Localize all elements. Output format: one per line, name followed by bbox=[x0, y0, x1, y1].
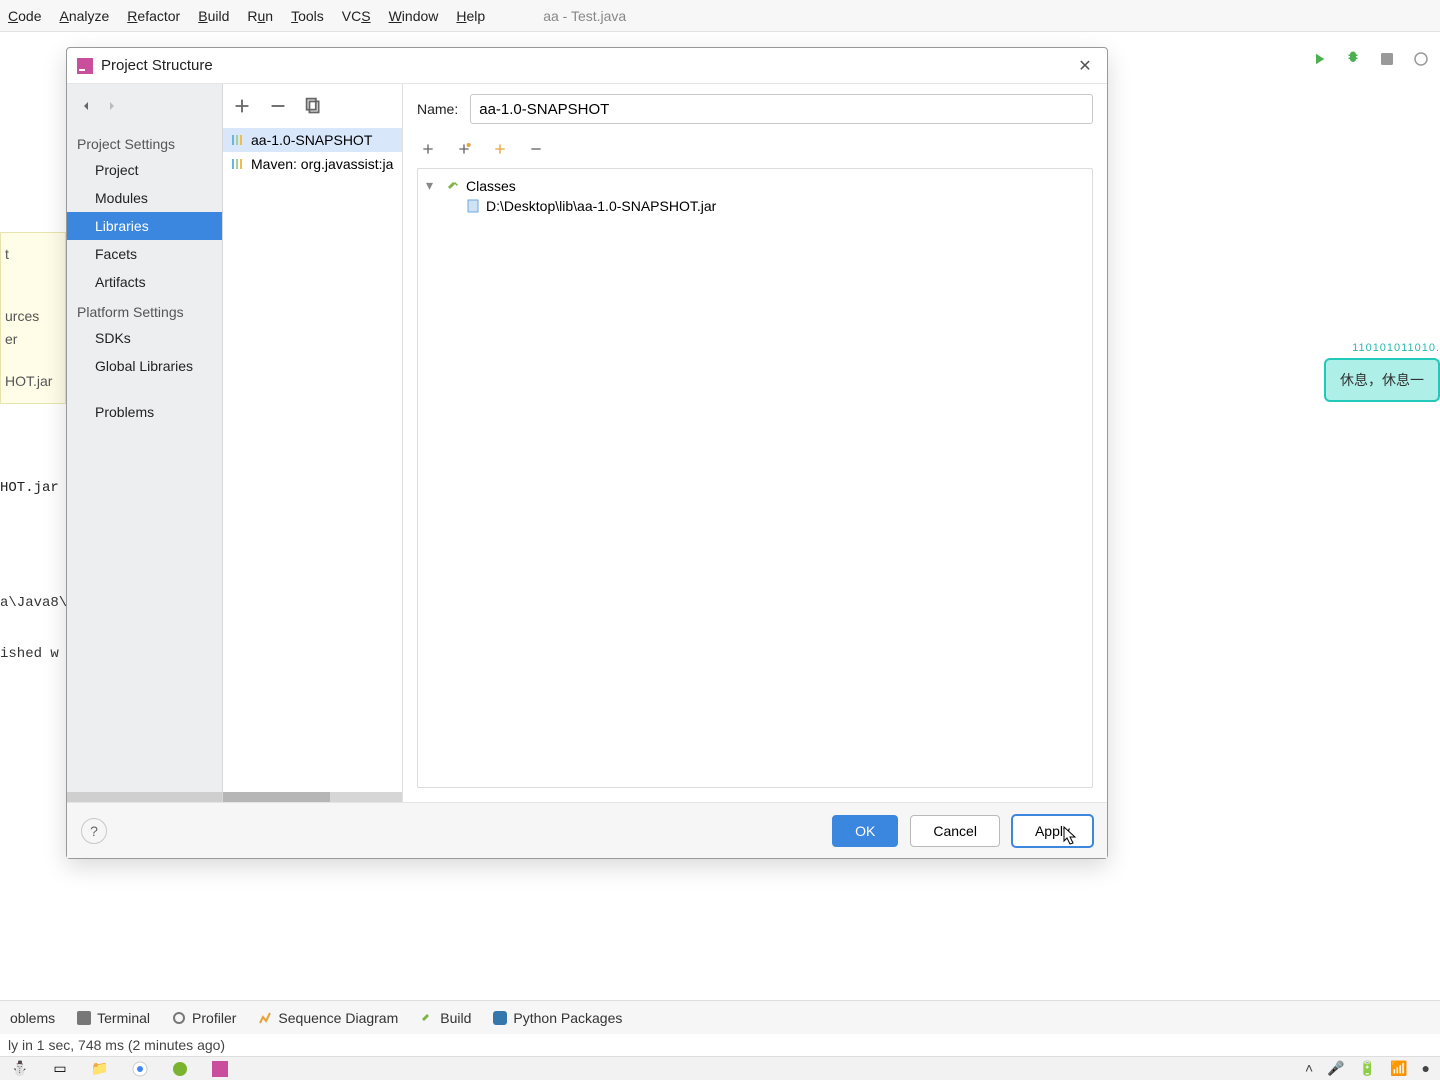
tree-jar-entry[interactable]: D:\Desktop\lib\aa-1.0-SNAPSHOT.jar bbox=[418, 196, 1092, 216]
add-library-button[interactable] bbox=[231, 95, 253, 117]
tool-problems[interactable]: oblems bbox=[10, 1010, 55, 1026]
menu-window[interactable]: Window bbox=[389, 8, 439, 24]
nav-libraries[interactable]: Libraries bbox=[67, 212, 222, 240]
hint-bits: 110101011010. bbox=[1352, 342, 1440, 354]
bg-code-2: ished w bbox=[0, 646, 59, 662]
menu-vcs[interactable]: VCS bbox=[342, 8, 371, 24]
taskbar-taskview-icon[interactable]: ▭ bbox=[40, 1057, 80, 1081]
apply-button[interactable]: Apply bbox=[1012, 815, 1093, 847]
lib-horizontal-scrollbar[interactable] bbox=[223, 792, 402, 802]
nav-column: Project Settings Project Modules Librari… bbox=[67, 84, 223, 802]
add-folder-button[interactable] bbox=[453, 138, 475, 160]
nav-artifacts[interactable]: Artifacts bbox=[67, 268, 222, 296]
taskbar-weather-icon[interactable]: ⛄ bbox=[0, 1057, 40, 1081]
cancel-button[interactable]: Cancel bbox=[910, 815, 1000, 847]
jar-file-icon bbox=[466, 199, 480, 213]
menu-help[interactable]: Help bbox=[456, 8, 485, 24]
library-row-label: Maven: org.javassist:ja bbox=[251, 156, 393, 172]
nav-sdks[interactable]: SDKs bbox=[67, 324, 222, 352]
run-toolbar bbox=[1310, 50, 1430, 71]
tool-sequence-diagram[interactable]: Sequence Diagram bbox=[258, 1010, 398, 1026]
dialog-title: Project Structure bbox=[101, 57, 1073, 74]
section-project-settings: Project Settings bbox=[67, 128, 222, 156]
profiler-icon[interactable] bbox=[1412, 50, 1430, 71]
tree-classes-node[interactable]: ▾ Classes bbox=[418, 175, 1092, 196]
library-row-label: aa-1.0-SNAPSHOT bbox=[251, 132, 372, 148]
project-structure-dialog: Project Structure ✕ Project Settings Pro… bbox=[66, 47, 1108, 859]
intellij-icon bbox=[77, 58, 93, 74]
taskbar-wechat-icon[interactable] bbox=[160, 1057, 200, 1081]
menubar: Code Analyze Refactor Build Run Tools VC… bbox=[0, 0, 1440, 32]
dialog-footer: ? OK Cancel Apply bbox=[67, 802, 1107, 858]
tool-profiler[interactable]: Profiler bbox=[172, 1010, 236, 1026]
nav-project[interactable]: Project bbox=[67, 156, 222, 184]
tool-terminal[interactable]: Terminal bbox=[77, 1010, 150, 1026]
nav-facets[interactable]: Facets bbox=[67, 240, 222, 268]
debug-bug-icon[interactable] bbox=[1344, 50, 1362, 71]
tray-mic-icon[interactable]: 🎤 bbox=[1327, 1060, 1344, 1077]
status-bar: ly in 1 sec, 748 ms (2 minutes ago) bbox=[0, 1034, 1440, 1056]
bg-code-1: a\Java8\ bbox=[0, 595, 67, 611]
menu-tools[interactable]: Tools bbox=[291, 8, 324, 24]
tray-battery-icon[interactable]: 🔋 bbox=[1359, 1060, 1376, 1077]
remove-root-button[interactable] bbox=[525, 138, 547, 160]
tree-jar-path: D:\Desktop\lib\aa-1.0-SNAPSHOT.jar bbox=[486, 198, 716, 214]
coverage-icon[interactable] bbox=[1378, 50, 1396, 71]
tree-classes-label: Classes bbox=[466, 178, 516, 194]
nav-global-libraries[interactable]: Global Libraries bbox=[67, 352, 222, 380]
copy-library-button[interactable] bbox=[303, 95, 325, 117]
nav-problems[interactable]: Problems bbox=[67, 398, 222, 426]
name-label: Name: bbox=[417, 101, 458, 117]
os-taskbar: ⛄ ▭ 📁 ˄ 🎤 🔋 📶 ● bbox=[0, 1056, 1440, 1080]
menu-build[interactable]: Build bbox=[198, 8, 229, 24]
library-roots-tree[interactable]: ▾ Classes D:\Desktop\lib\aa-1.0-SNAPSHOT… bbox=[417, 168, 1093, 788]
run-play-icon[interactable] bbox=[1310, 50, 1328, 71]
taskbar-intellij-icon[interactable] bbox=[200, 1057, 240, 1081]
remove-library-button[interactable] bbox=[267, 95, 289, 117]
add-root-button[interactable] bbox=[417, 138, 439, 160]
tray-expand-icon[interactable]: ˄ bbox=[1305, 1060, 1313, 1077]
library-detail-column: Name: ▾ Classes D:\Desktop\lib\aa-1.0-SN… bbox=[403, 84, 1107, 802]
nav-scrollbar[interactable] bbox=[67, 792, 222, 802]
tool-build[interactable]: Build bbox=[420, 1010, 471, 1026]
menu-code[interactable]: Code bbox=[8, 8, 41, 24]
tray-wifi-icon[interactable]: 📶 bbox=[1390, 1060, 1407, 1077]
dialog-titlebar[interactable]: Project Structure ✕ bbox=[67, 48, 1107, 84]
help-button[interactable]: ? bbox=[81, 818, 107, 844]
library-list-column: aa-1.0-SNAPSHOT Maven: org.javassist:ja bbox=[223, 84, 403, 802]
rest-reminder-bubble[interactable]: 休息，休息一 bbox=[1324, 358, 1440, 402]
menu-refactor[interactable]: Refactor bbox=[127, 8, 180, 24]
classes-icon bbox=[446, 179, 460, 193]
tool-python-packages[interactable]: Python Packages bbox=[493, 1010, 622, 1026]
library-list[interactable]: aa-1.0-SNAPSHOT Maven: org.javassist:ja bbox=[223, 128, 402, 792]
editor-tab-title: aa - Test.java bbox=[543, 8, 626, 24]
library-row-javassist[interactable]: Maven: org.javassist:ja bbox=[223, 152, 402, 176]
library-icon bbox=[231, 157, 245, 171]
library-icon bbox=[231, 133, 245, 147]
taskbar-chrome-icon[interactable] bbox=[120, 1057, 160, 1081]
nav-forward-button[interactable] bbox=[99, 93, 125, 119]
library-name-input[interactable] bbox=[470, 94, 1093, 124]
detail-toolbar bbox=[403, 134, 1107, 164]
tool-window-bar: oblems Terminal Profiler Sequence Diagra… bbox=[0, 1000, 1440, 1034]
menu-run[interactable]: Run bbox=[247, 8, 273, 24]
tray-status-icon[interactable]: ● bbox=[1422, 1060, 1430, 1077]
add-url-button[interactable] bbox=[489, 138, 511, 160]
nav-back-button[interactable] bbox=[73, 93, 99, 119]
project-tool-snippet: t urces er HOT.jar bbox=[0, 232, 66, 404]
library-row-aa[interactable]: aa-1.0-SNAPSHOT bbox=[223, 128, 402, 152]
system-tray[interactable]: ˄ 🎤 🔋 📶 ● bbox=[1305, 1060, 1440, 1077]
bg-jar-line: HOT.jar bbox=[0, 480, 59, 496]
taskbar-explorer-icon[interactable]: 📁 bbox=[80, 1057, 120, 1081]
status-text: ly in 1 sec, 748 ms (2 minutes ago) bbox=[8, 1037, 225, 1053]
menu-analyze[interactable]: Analyze bbox=[59, 8, 109, 24]
nav-modules[interactable]: Modules bbox=[67, 184, 222, 212]
close-icon[interactable]: ✕ bbox=[1073, 56, 1097, 76]
ok-button[interactable]: OK bbox=[832, 815, 898, 847]
expand-toggle-icon[interactable]: ▾ bbox=[426, 177, 440, 194]
section-platform-settings: Platform Settings bbox=[67, 296, 222, 324]
lib-toolbar bbox=[223, 84, 402, 128]
